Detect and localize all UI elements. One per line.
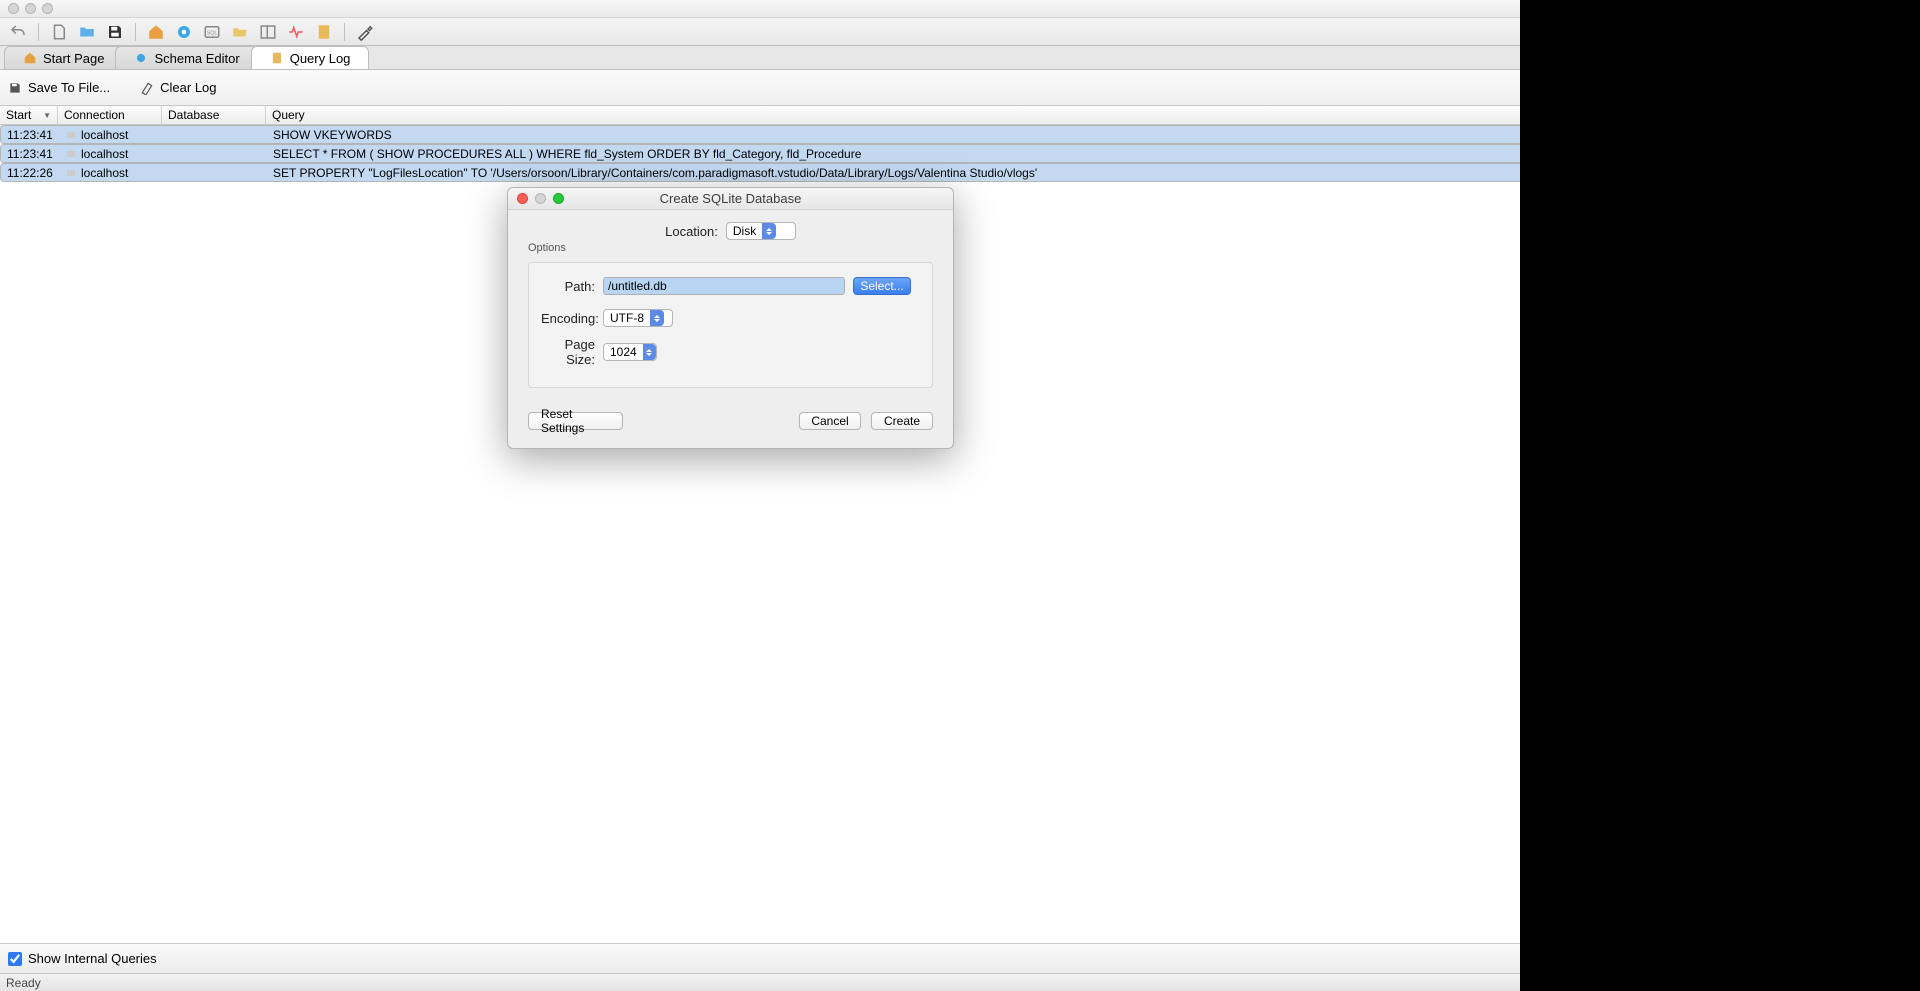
save-to-file-button[interactable]: Save To File... bbox=[8, 80, 110, 95]
options-group: Path: Select... Encoding: UTF-8 Page Siz… bbox=[528, 262, 933, 388]
col-header-database[interactable]: Database bbox=[162, 106, 266, 124]
tab-schema-editor[interactable]: Schema Editor bbox=[115, 46, 258, 69]
activity-icon[interactable] bbox=[284, 22, 308, 42]
open-folder-icon[interactable] bbox=[75, 22, 99, 42]
dialog-titlebar: Create SQLite Database bbox=[508, 188, 953, 210]
cancel-button[interactable]: Cancel bbox=[799, 412, 861, 430]
status-text: Ready bbox=[6, 976, 41, 990]
server-manager-icon[interactable] bbox=[172, 22, 196, 42]
path-input[interactable] bbox=[603, 277, 845, 295]
checkbox-label: Show Internal Queries bbox=[28, 951, 157, 966]
reset-settings-button[interactable]: Reset Settings bbox=[528, 412, 623, 430]
col-header-query[interactable]: Query bbox=[266, 106, 1684, 124]
save-icon[interactable] bbox=[103, 22, 127, 42]
letterbox-region bbox=[1520, 0, 1920, 991]
sql-editor-icon[interactable]: SQL bbox=[200, 22, 224, 42]
tab-label: Start Page bbox=[43, 51, 104, 66]
show-internal-queries-checkbox[interactable] bbox=[8, 952, 22, 966]
report-icon[interactable] bbox=[312, 22, 336, 42]
pagesize-label: Page Size: bbox=[541, 337, 603, 367]
minimize-window-button[interactable] bbox=[25, 3, 36, 14]
encoding-select[interactable]: UTF-8 bbox=[603, 309, 673, 327]
folder-open-icon[interactable] bbox=[228, 22, 252, 42]
button-label: Clear Log bbox=[160, 80, 216, 95]
undo-icon[interactable] bbox=[6, 22, 30, 42]
close-window-button[interactable] bbox=[8, 3, 19, 14]
tab-query-log[interactable]: Query Log bbox=[251, 46, 370, 69]
tab-label: Query Log bbox=[290, 51, 351, 66]
col-header-start[interactable]: Start▼ bbox=[0, 106, 58, 124]
sort-indicator-icon: ▼ bbox=[43, 111, 51, 120]
zoom-window-button[interactable] bbox=[42, 3, 53, 14]
new-file-icon[interactable] bbox=[47, 22, 71, 42]
tab-label: Schema Editor bbox=[154, 51, 239, 66]
location-label: Location: bbox=[665, 224, 726, 239]
chevron-updown-icon bbox=[643, 344, 656, 360]
create-sqlite-dialog: Create SQLite Database Location: Disk Op… bbox=[507, 187, 954, 449]
col-header-connection[interactable]: Connection bbox=[58, 106, 162, 124]
connection-icon bbox=[65, 167, 77, 179]
options-label: Options bbox=[528, 242, 933, 254]
dialog-title: Create SQLite Database bbox=[508, 191, 953, 206]
connection-icon bbox=[65, 129, 77, 141]
svg-text:SQL: SQL bbox=[207, 30, 218, 36]
button-label: Save To File... bbox=[28, 80, 110, 95]
chevron-updown-icon bbox=[762, 223, 776, 239]
encoding-label: Encoding: bbox=[541, 311, 603, 326]
pagesize-select[interactable]: 1024 bbox=[603, 343, 657, 361]
clear-log-button[interactable]: Clear Log bbox=[140, 80, 216, 95]
path-label: Path: bbox=[541, 279, 603, 294]
create-button[interactable]: Create bbox=[871, 412, 933, 430]
connection-icon bbox=[65, 148, 77, 160]
layout-icon[interactable] bbox=[256, 22, 280, 42]
color-picker-icon[interactable] bbox=[353, 22, 377, 42]
home-icon[interactable] bbox=[144, 22, 168, 42]
location-select[interactable]: Disk bbox=[726, 222, 796, 240]
select-path-button[interactable]: Select... bbox=[853, 277, 911, 295]
chevron-updown-icon bbox=[650, 310, 664, 326]
tab-start-page[interactable]: Start Page bbox=[4, 46, 123, 69]
